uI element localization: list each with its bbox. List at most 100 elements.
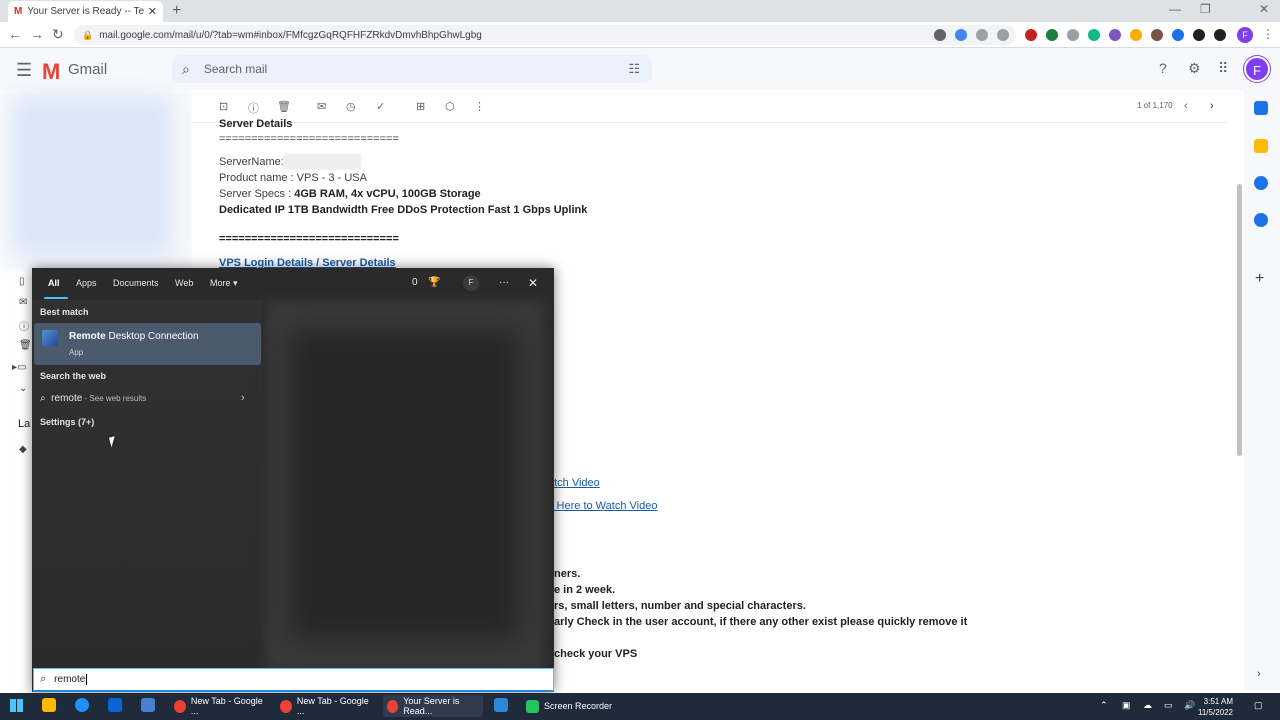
window-restore-button[interactable]: ❐ [1200,2,1211,16]
help-icon[interactable]: ? [1159,60,1167,76]
remote-desktop-icon [42,330,58,346]
edge-browser-icon[interactable] [75,698,89,712]
delete-icon[interactable]: 🗑 [277,100,291,113]
windows-start-icon[interactable] [10,699,23,712]
puzzle-icon[interactable] [1193,29,1205,41]
taskbar-clock[interactable]: 3:51 AM 11/5/2022 [1198,696,1233,718]
add-addon-icon[interactable]: + [1255,270,1264,288]
more-vert-icon[interactable]: ⋮ [1262,27,1274,41]
pen-icon[interactable] [1109,29,1121,41]
document-icon[interactable]: ▯ [19,276,25,287]
device-icon[interactable]: ▣ [1122,700,1131,711]
search-tab-more[interactable]: More ▾ [210,278,238,289]
add-task-icon[interactable]: ✓ [376,100,385,113]
bookmark-star-icon[interactable] [997,29,1009,41]
label-tag-icon[interactable]: ◆ [19,444,27,455]
keep-icon[interactable] [1254,139,1268,153]
archive-icon[interactable]: ⊡ [219,100,228,113]
search-options-icon[interactable]: ☷ [628,61,640,77]
label-icon[interactable]: ⬡ [445,100,455,113]
side-panel-icon[interactable] [1214,29,1226,41]
remote-desktop-taskbar-icon[interactable] [141,698,155,712]
taskbar-chrome-window[interactable]: New Tab - Google ... [276,695,376,717]
watch-video-link[interactable]: atch Video [548,477,600,489]
close-tab-icon[interactable]: ✕ [148,5,157,18]
web-search-result[interactable]: ⌕ remote - See web results [40,393,146,404]
volume-icon[interactable]: 🔊 [1184,700,1195,711]
scrollbar-thumb[interactable] [1237,184,1242,456]
eye-icon[interactable] [934,29,946,41]
grammarly-icon[interactable] [1088,29,1100,41]
search-tab-web[interactable]: Web [175,278,193,288]
extension-icon[interactable] [1172,29,1184,41]
search-icon[interactable]: ⌕ [182,61,190,78]
chevron-down-icon[interactable]: ⌄ [19,383,27,394]
mail-icon[interactable]: ✉ [19,297,27,308]
newer-chevron-icon[interactable]: ‹ [1184,100,1188,112]
forward-arrow-icon[interactable]: → [30,26,44,42]
expand-categories-icon[interactable]: ▸▭ [12,362,26,373]
report-spam-icon[interactable]: ⓘ [248,100,259,116]
settings-heading[interactable]: Settings (7+) [40,417,94,427]
search-tab-documents[interactable]: Documents [113,278,159,288]
rewards-points[interactable]: 0 [412,277,418,288]
show-hidden-icons-icon[interactable]: ⌃ [1100,700,1108,711]
mark-unread-icon[interactable]: ✉ [317,100,326,113]
window-close-button[interactable]: ✕ [1259,2,1269,16]
side-panel-chevron-icon[interactable]: › [1257,668,1261,680]
more-options-icon[interactable]: ⋮ [474,100,485,113]
browser-tab-active[interactable]: M Your Server is Ready -- Test Serve ✕ [8,1,163,22]
main-menu-icon[interactable]: ☰ [16,60,32,81]
back-arrow-icon[interactable]: ← [8,26,22,42]
address-bar[interactable]: 🔒 mail.google.com/mail/u/0/?tab=wm#inbox… [74,25,1016,45]
move-to-folder-icon[interactable]: ⊞ [416,100,425,113]
browser-profile-avatar[interactable]: F [1237,27,1253,43]
notepad-icon[interactable] [494,698,508,712]
taskbar-chrome-window-active[interactable]: Your Server is Read... [383,695,483,717]
extension-icon[interactable] [1025,29,1037,41]
user-avatar[interactable]: F [463,275,479,291]
trophy-icon[interactable]: 🏆 [428,277,440,288]
best-match-result[interactable] [34,323,261,365]
cloud-icon[interactable]: ☁ [1143,700,1152,711]
watch-video-link-2[interactable]: k Here to Watch Video [548,500,657,512]
new-tab-button[interactable]: + [172,2,181,20]
highlighter-icon[interactable] [1130,29,1142,41]
settings-gear-icon[interactable]: ⚙ [1188,60,1201,77]
mail-app-icon[interactable] [108,698,122,712]
taskbar-chrome-window[interactable]: New Tab - Google ... [170,695,270,717]
notifications-icon[interactable]: ▢ [1254,700,1263,711]
close-icon[interactable]: ✕ [528,276,538,290]
extension-icon[interactable] [1046,29,1058,41]
calendar-icon[interactable] [1254,101,1268,115]
trash-icon[interactable]: 🗑 [19,340,32,351]
apps-grid-icon[interactable]: ⠿ [1218,60,1228,77]
search-tab-apps[interactable]: Apps [76,278,97,288]
google-icon[interactable] [955,29,967,41]
reload-icon[interactable]: ↻ [52,26,64,43]
start-search-input[interactable]: ⌕ remote [33,668,554,692]
spam-icon[interactable]: ⓘ [19,318,29,333]
url-text: mail.google.com/mail/u/0/?tab=wm#inbox/F… [99,29,482,41]
taskbar-screen-recorder[interactable]: Screen Recorder [522,695,622,717]
older-chevron-icon[interactable]: › [1210,100,1214,112]
search-tab-all[interactable]: All [48,278,60,288]
extension-icon[interactable] [1151,29,1163,41]
search-mail-input[interactable]: ⌕ Search mail ☷ [172,55,652,83]
file-explorer-icon[interactable] [42,698,56,712]
network-icon[interactable]: ▭ [1164,700,1173,711]
account-avatar[interactable]: F [1244,56,1270,82]
window-minimize-button[interactable]: — [1169,2,1181,16]
tasks-icon[interactable] [1254,176,1268,190]
share-icon[interactable] [976,29,988,41]
snooze-clock-icon[interactable]: ◷ [346,100,356,113]
chrome-icon [280,699,292,713]
more-options-icon[interactable]: ··· [499,277,509,288]
email-partial-line: e in 2 week. [554,584,616,596]
search-icon: ⌕ [40,673,47,685]
gmail-wordmark[interactable]: Gmail [68,61,107,78]
camera-icon[interactable] [1067,29,1079,41]
gmail-logo-icon[interactable]: M [42,59,60,85]
chevron-right-icon[interactable]: › [241,392,245,404]
contacts-icon[interactable] [1254,213,1268,227]
